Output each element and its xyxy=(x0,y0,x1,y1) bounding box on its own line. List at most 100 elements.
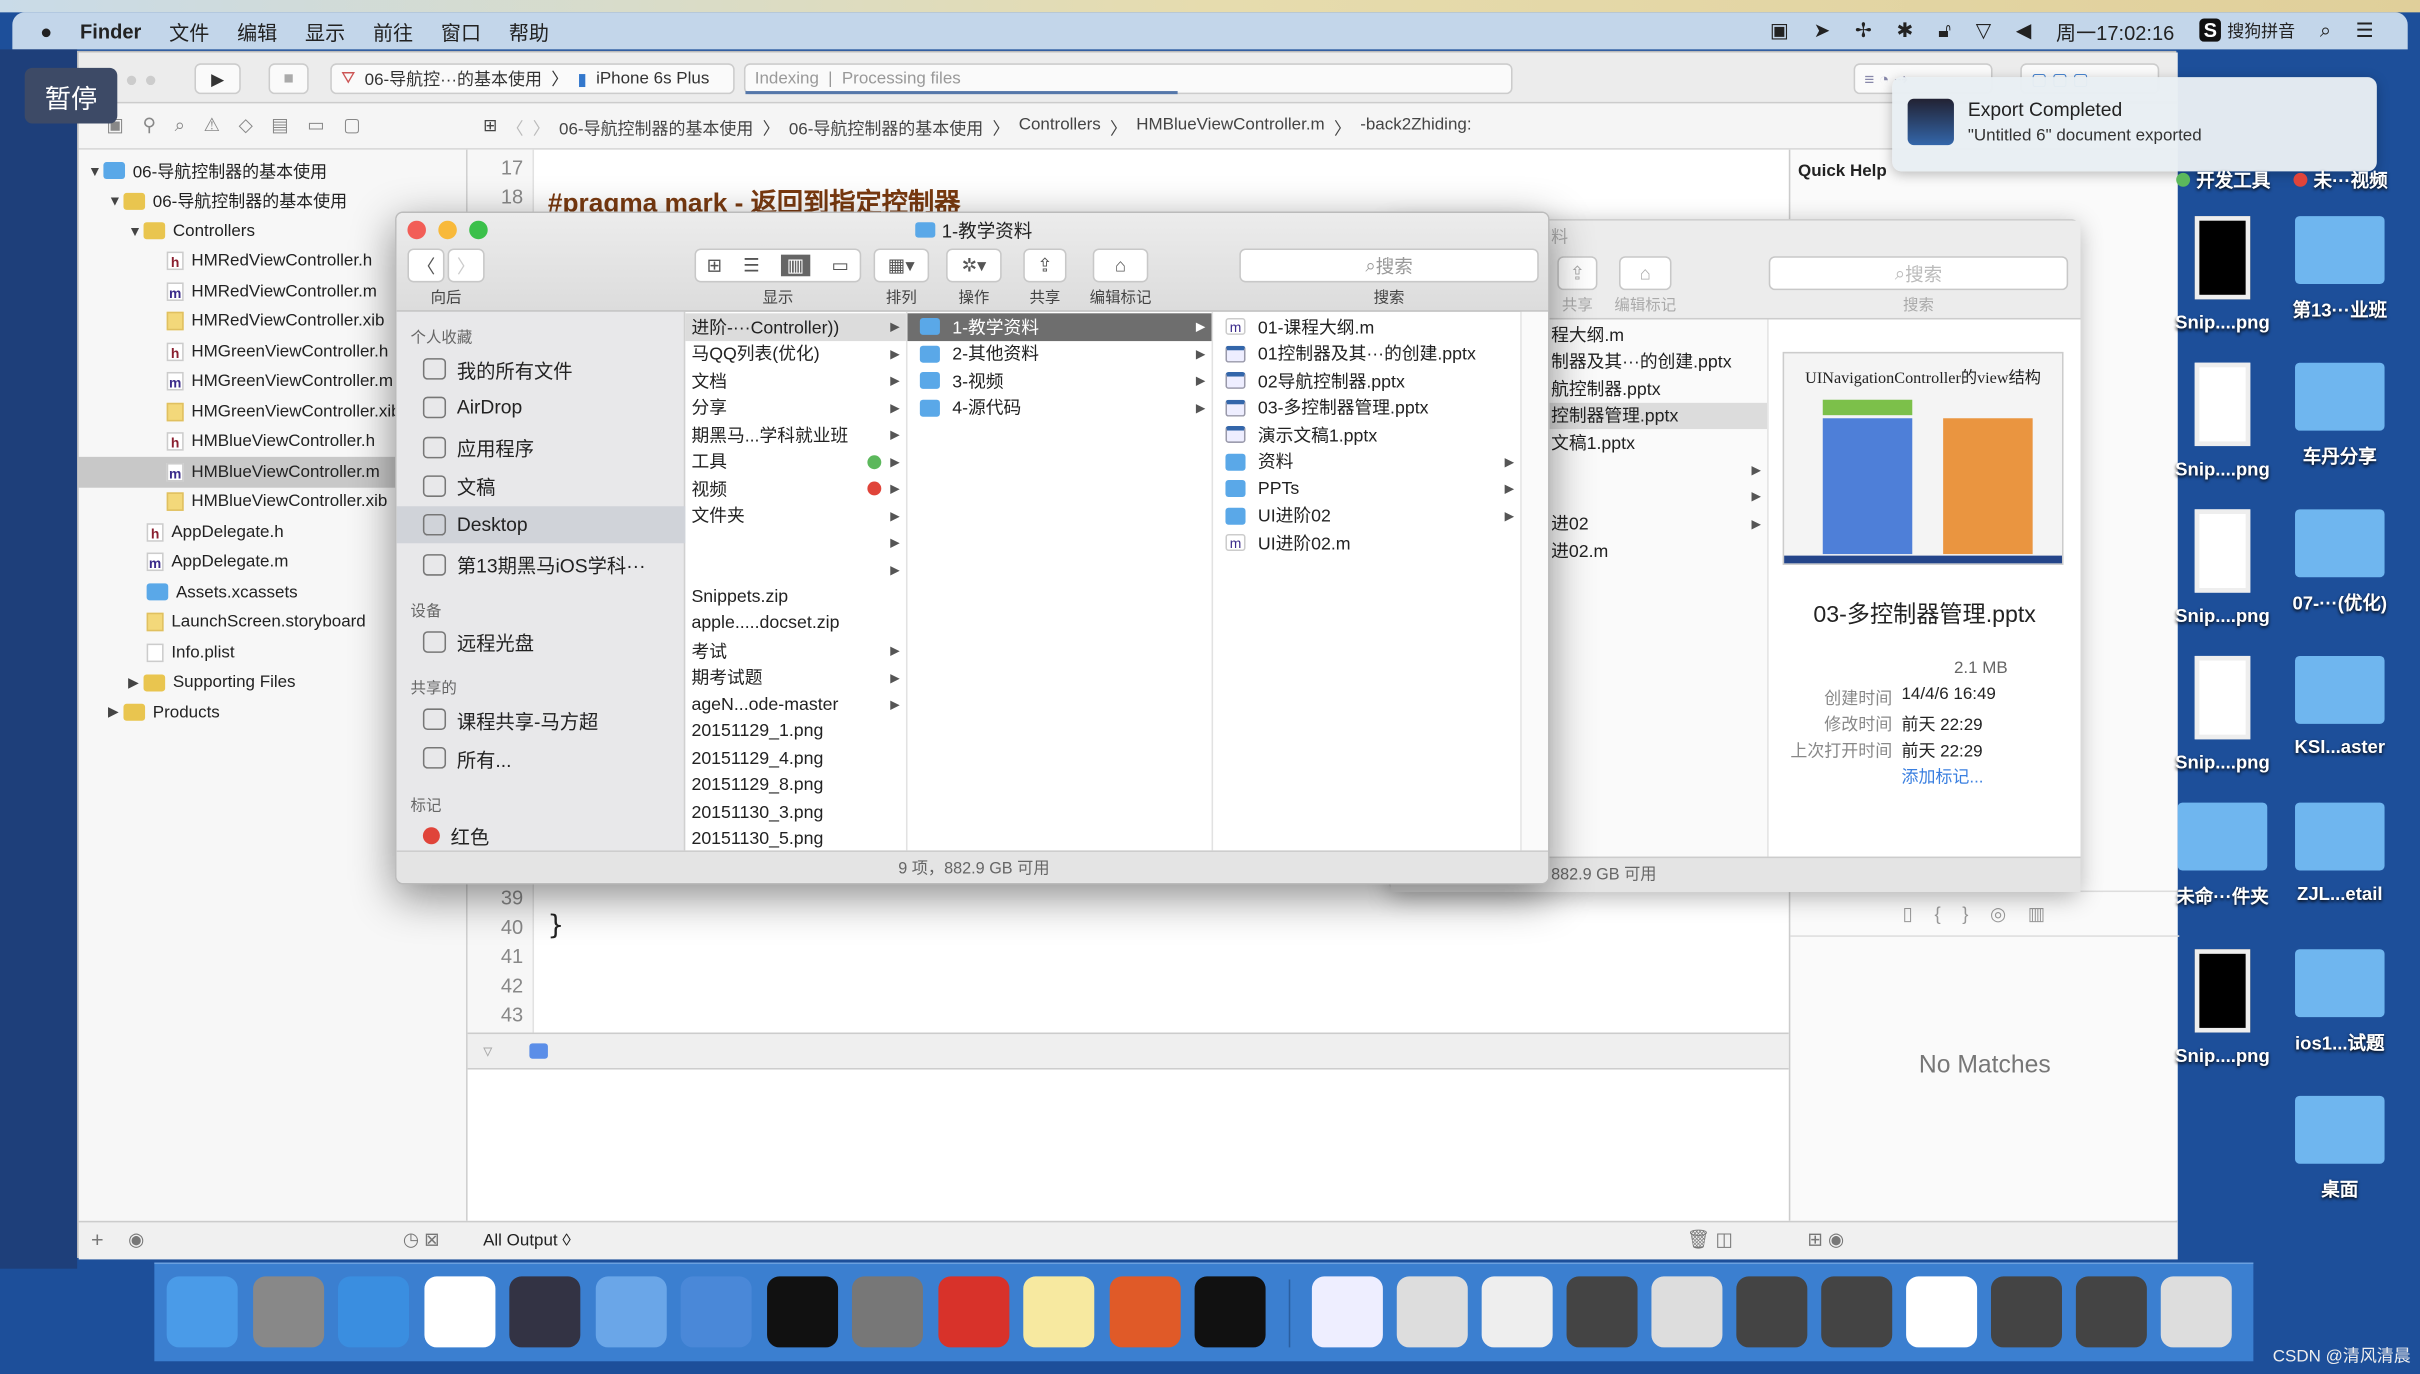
scheme-selector[interactable]: ⛛ 06-导航控···的基本使用〉 ▮ iPhone 6s Plus xyxy=(330,63,735,95)
xmind-icon[interactable] xyxy=(937,1276,1009,1348)
file-row[interactable]: Snippets.zip xyxy=(685,583,906,610)
wifi-icon[interactable]: ▽ xyxy=(1976,19,1991,44)
edit-tags-button[interactable]: ⌂ xyxy=(1092,248,1149,283)
sidebar-item[interactable]: 我的所有文件 xyxy=(397,350,686,387)
desktop-item[interactable]: KSI...aster xyxy=(2281,655,2398,758)
desktop-item[interactable]: Snip....png xyxy=(2164,216,2281,333)
jump-method[interactable]: -back2Zhiding: xyxy=(1360,116,1471,141)
file-row[interactable]: 期黑马...学科就业班 ▶ xyxy=(685,421,906,448)
desktop-item[interactable]: 第13···业班 xyxy=(2281,216,2398,322)
sidebar-item[interactable]: 远程光盘 xyxy=(397,623,686,660)
file-row[interactable]: 4-源代码 ▶ xyxy=(908,394,1212,421)
file-row[interactable]: 马QQ列表(优化) ▶ xyxy=(685,340,906,367)
sidebar-item[interactable]: 红色 xyxy=(397,818,686,855)
file-row[interactable]: m 01-课程大纲.m xyxy=(1213,313,1520,340)
disclosure-open-icon[interactable]: ▼ xyxy=(88,163,103,178)
window-10-icon[interactable] xyxy=(2075,1276,2147,1348)
finder-icon[interactable] xyxy=(166,1276,238,1348)
file-row[interactable]: 文稿1.pptx xyxy=(1545,429,1767,456)
menu-view[interactable]: 显示 xyxy=(305,16,345,45)
run-button[interactable]: ▶ xyxy=(194,63,241,95)
notification[interactable]: Export Completed "Untitled 6" document e… xyxy=(1892,77,2377,172)
share-button[interactable]: ⇪ xyxy=(1557,256,1598,291)
desktop-item[interactable]: ZJL...etail xyxy=(2281,802,2398,904)
back-button[interactable]: 〈 xyxy=(407,248,445,283)
file-row[interactable]: 资料 ▶ xyxy=(1213,448,1520,475)
file-row[interactable]: 20151130_5.png xyxy=(685,826,906,850)
file-row[interactable]: 20151130_3.png xyxy=(685,799,906,826)
desktop-item[interactable]: Snip....png xyxy=(2164,949,2281,1066)
menu-help[interactable]: 帮助 xyxy=(509,16,549,45)
file-row[interactable]: apple.....docset.zip xyxy=(685,610,906,637)
forward-icon[interactable]: 〉 xyxy=(533,116,550,141)
lock-icon[interactable]: 🔓︎ xyxy=(1938,19,1951,44)
safari-icon[interactable] xyxy=(338,1276,410,1348)
xcode-icon[interactable] xyxy=(594,1276,666,1348)
sidebar-item[interactable]: 应用程序 xyxy=(397,428,686,465)
desktop-item[interactable]: Snip....png xyxy=(2164,655,2281,773)
file-row[interactable]: 工具 ▶ xyxy=(685,448,906,475)
filter-icon[interactable]: ◉ xyxy=(128,1229,144,1251)
file-row[interactable]: ▶ xyxy=(685,556,906,583)
console[interactable] xyxy=(467,1069,1789,1221)
console-icon[interactable] xyxy=(1194,1276,1266,1348)
window-3-icon[interactable] xyxy=(1481,1276,1553,1348)
window-1-icon[interactable] xyxy=(1311,1276,1383,1348)
jump-file[interactable]: HMBlueViewController.m xyxy=(1136,116,1324,141)
notes-icon[interactable] xyxy=(1023,1276,1095,1348)
file-row[interactable]: 分享 ▶ xyxy=(685,394,906,421)
file-row[interactable]: 进02.m xyxy=(1545,537,1767,564)
forward-button[interactable]: 〉 xyxy=(447,248,485,283)
library-tabs[interactable]: ▯{}◎▥ xyxy=(1790,890,2180,937)
menu-window[interactable]: 窗口 xyxy=(441,16,481,45)
menu-app[interactable]: Finder xyxy=(80,19,141,42)
file-row[interactable]: 控制器管理.pptx xyxy=(1544,402,1768,430)
instruments-icon[interactable] xyxy=(680,1276,752,1348)
recent-icon[interactable]: ◷ ⊠ xyxy=(403,1229,440,1251)
file-row[interactable]: 程大纲.m xyxy=(1545,321,1767,348)
search-field[interactable]: ⌕ 搜索 xyxy=(1768,256,2069,291)
file-row[interactable]: UI进阶02 ▶ xyxy=(1213,502,1520,529)
bluetooth-icon[interactable]: ✱ xyxy=(1897,19,1914,44)
desktop-item[interactable]: 未···视频 xyxy=(2281,167,2398,193)
back-icon[interactable]: 〈 xyxy=(507,116,524,141)
navigator-tabs[interactable]: ▣⚲⌕⚠◇▤▭▢ xyxy=(106,114,379,137)
menu-edit[interactable]: 编辑 xyxy=(237,16,277,45)
disclosure-open-icon[interactable]: ▼ xyxy=(108,193,123,208)
file-row[interactable]: 03-多控制器管理.pptx xyxy=(1213,394,1520,421)
menu-file[interactable]: 文件 xyxy=(169,16,209,45)
console-filter[interactable]: All Output ◊ xyxy=(483,1232,571,1251)
window-6-icon[interactable] xyxy=(1736,1276,1808,1348)
share-button[interactable]: ⇪ xyxy=(1023,248,1067,283)
desktop-item[interactable]: ios1...试题 xyxy=(2281,949,2398,1055)
desktop-item[interactable]: 车丹分享 xyxy=(2281,362,2398,469)
window-4-icon[interactable] xyxy=(1566,1276,1638,1348)
file-row[interactable]: 01控制器及其···的创建.pptx xyxy=(1213,340,1520,367)
terminal-icon[interactable] xyxy=(766,1276,838,1348)
file-row[interactable]: 文档 ▶ xyxy=(685,367,906,394)
disclosure-closed-icon[interactable]: ▶ xyxy=(108,704,123,721)
file-row[interactable]: 进阶-···Controller)) ▶ xyxy=(685,313,906,341)
window-9-icon[interactable] xyxy=(1990,1276,2062,1348)
navigator-item[interactable]: ▼ 06-导航控制器的基本使用 xyxy=(79,156,468,186)
column-view-icon[interactable]: ▥ xyxy=(780,254,811,277)
file-row[interactable]: 1-教学资料 ▶ xyxy=(907,313,1212,341)
action-button[interactable]: ✲▾ xyxy=(946,248,1002,283)
file-row[interactable]: 演示文稿1.pptx xyxy=(1213,421,1520,448)
coverflow-view-icon[interactable]: ▭ xyxy=(832,255,850,277)
desktop-item[interactable]: 07-···(优化) xyxy=(2281,509,2398,615)
view-mode-control[interactable]: ⊞ ☰ ▥ ▭ xyxy=(694,248,862,283)
desktop-item[interactable]: 未命···件夹 xyxy=(2164,802,2281,909)
spotlight-icon[interactable]: ⌕ xyxy=(2320,19,2331,44)
file-row[interactable]: ▶ xyxy=(1545,456,1767,483)
file-row[interactable]: 制器及其···的创建.pptx xyxy=(1545,348,1767,375)
file-row[interactable]: 期考试题 ▶ xyxy=(685,664,906,691)
icon-view-icon[interactable]: ⊞ xyxy=(707,255,723,277)
sidebar-item[interactable]: Desktop xyxy=(396,506,686,544)
trash-icon[interactable]: 🗑︎ ◫ xyxy=(1687,1229,1733,1251)
window-7-icon[interactable] xyxy=(1821,1276,1893,1348)
jump-group[interactable]: 06-导航控制器的基本使用 xyxy=(789,116,983,141)
tags-button[interactable]: ⌂ xyxy=(1619,256,1672,291)
pause-overlay[interactable]: 暂停 xyxy=(24,67,118,124)
apple-icon[interactable]: ● xyxy=(40,19,52,42)
